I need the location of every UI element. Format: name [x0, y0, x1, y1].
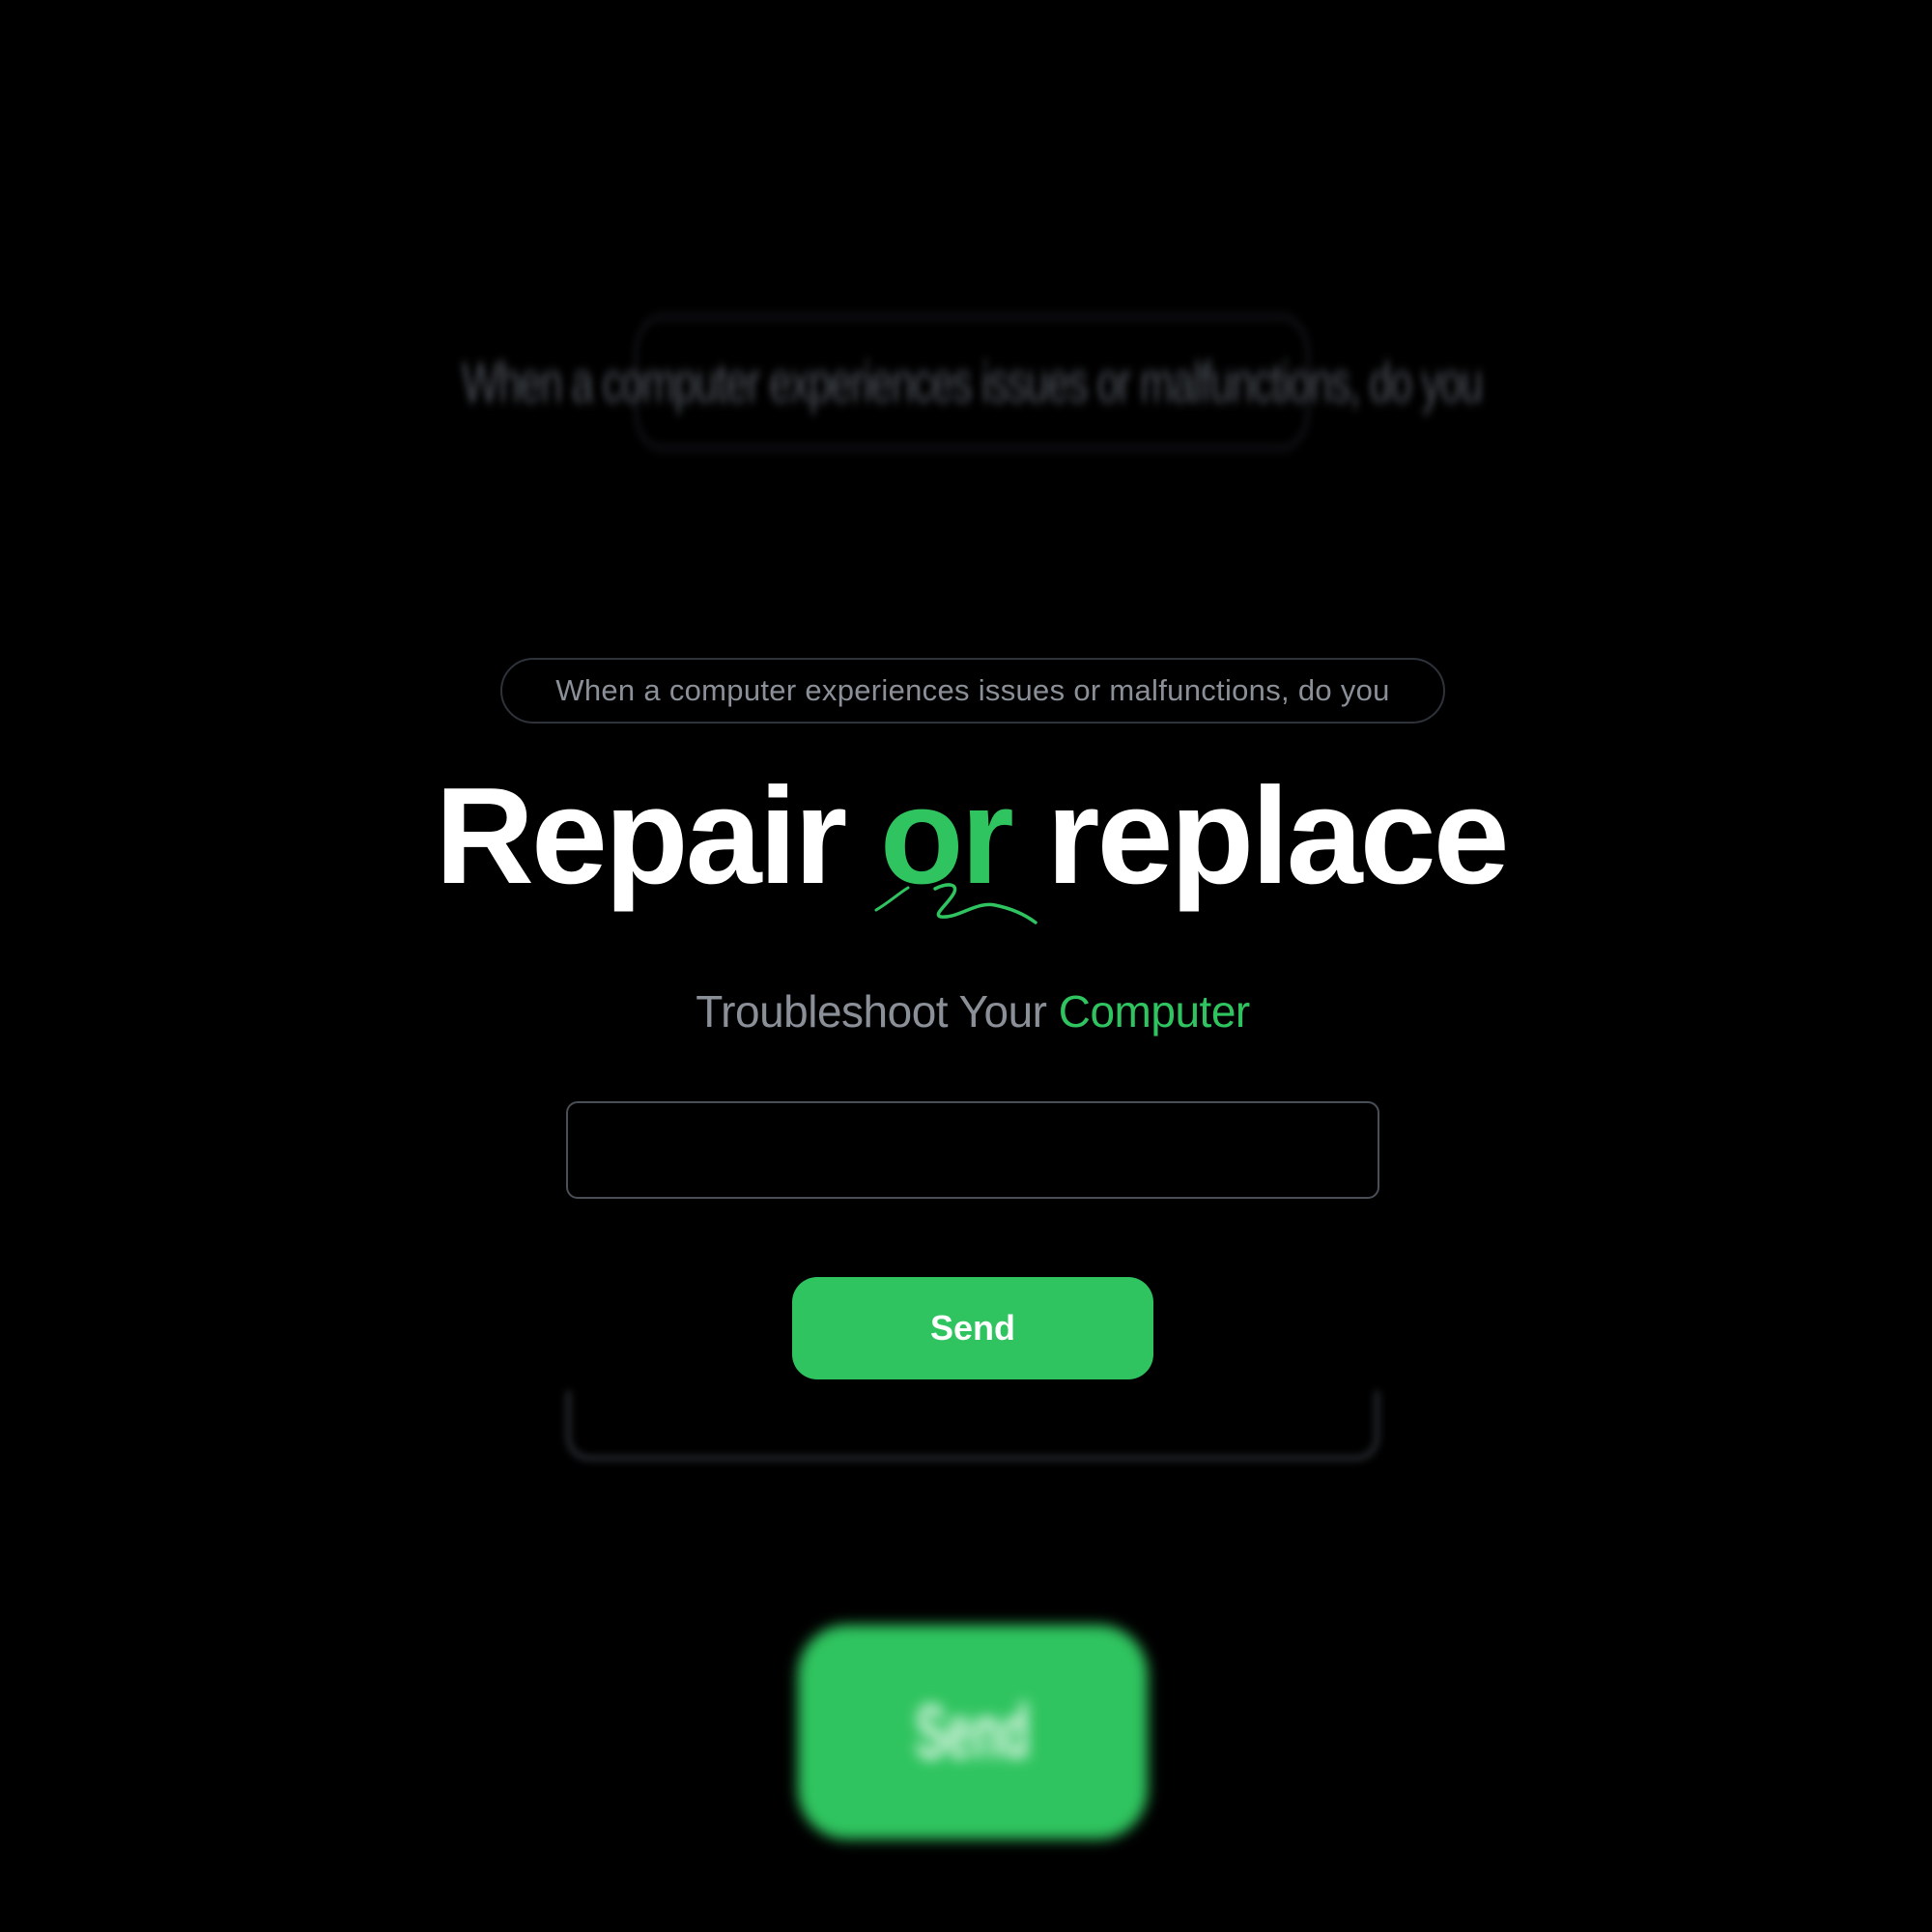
subtitle-highlight: Computer — [1058, 986, 1250, 1037]
background-input-echo — [566, 1391, 1379, 1461]
page: When a computer experiences issues or ma… — [0, 0, 1932, 1932]
subtitle-prefix: Troubleshoot Your — [696, 986, 1047, 1037]
question-text: When a computer experiences issues or ma… — [555, 673, 1390, 707]
background-send-label: Send — [915, 1689, 1031, 1775]
background-question-text: When a computer experiences issues or ma… — [461, 351, 1484, 414]
subtitle: Troubleshoot Your Computer — [0, 985, 1932, 1037]
headline-word-replace: replace — [1046, 759, 1509, 913]
headline-word-repair: Repair — [435, 759, 847, 913]
background-question-echo: When a computer experiences issues or ma… — [462, 315, 1484, 450]
question-pill: When a computer experiences issues or ma… — [500, 658, 1445, 724]
issue-input[interactable] — [566, 1101, 1379, 1199]
squiggle-underline-icon — [874, 883, 1037, 924]
send-button[interactable]: Send — [792, 1277, 1153, 1379]
background-send-echo: Send — [797, 1625, 1149, 1839]
